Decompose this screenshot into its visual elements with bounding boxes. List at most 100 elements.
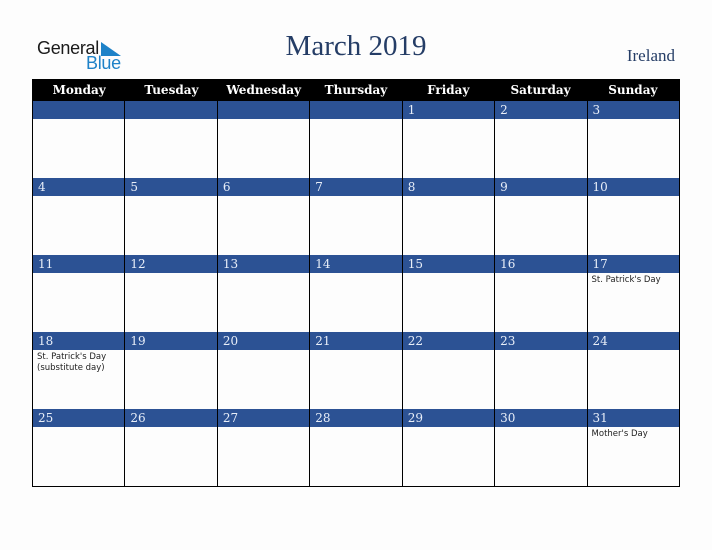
- week-row: 4 5 6 7 8 9 10: [33, 178, 679, 255]
- day-number: 1: [402, 101, 495, 119]
- day-body: [218, 273, 309, 332]
- day-cell: 14: [310, 255, 403, 332]
- day-body: [218, 427, 309, 486]
- day-body: St. Patrick's Day: [588, 273, 679, 332]
- day-number: 21: [310, 332, 402, 350]
- day-body: [218, 119, 309, 178]
- day-cell: 7: [310, 178, 403, 255]
- day-body: [495, 119, 586, 178]
- day-body: [403, 196, 494, 255]
- day-body: [403, 119, 494, 178]
- day-body: [310, 273, 401, 332]
- day-cell: 21: [310, 332, 403, 409]
- day-cell: [310, 101, 403, 178]
- day-number: 5: [125, 178, 217, 196]
- day-number: 12: [125, 255, 217, 273]
- day-body: [125, 427, 216, 486]
- day-body: Mother's Day: [588, 427, 679, 486]
- day-body: [33, 196, 124, 255]
- day-body: [125, 119, 216, 178]
- holiday-event: Mother's Day: [591, 429, 648, 439]
- weekday-thursday: Thursday: [324, 83, 388, 97]
- day-cell: 2: [495, 101, 588, 178]
- day-body: [588, 196, 679, 255]
- day-body: [495, 196, 586, 255]
- day-number: 30: [495, 409, 587, 427]
- day-number: 28: [310, 409, 402, 427]
- holiday-event: St. Patrick's Day (substitute day): [37, 352, 107, 373]
- day-number: 10: [587, 178, 679, 196]
- day-cell: 18 St. Patrick's Day (substitute day): [33, 332, 126, 409]
- day-number: 31: [587, 409, 679, 427]
- day-body: [218, 196, 309, 255]
- day-number: 24: [587, 332, 679, 350]
- day-number: 16: [495, 255, 587, 273]
- day-cell: 26: [125, 409, 218, 486]
- week-row: 11 12 13 14 15 16 17 St. Patrick's Day: [33, 255, 679, 332]
- day-cell: 17 St. Patrick's Day: [587, 255, 679, 332]
- day-body: [310, 119, 401, 178]
- day-body: [218, 350, 309, 409]
- day-cell: 13: [217, 255, 311, 332]
- day-body: [403, 350, 494, 409]
- day-number: 29: [402, 409, 495, 427]
- day-body: [403, 273, 494, 332]
- day-cell: 28: [310, 409, 403, 486]
- day-number: [310, 101, 402, 119]
- day-number: 22: [402, 332, 495, 350]
- day-body: [310, 350, 401, 409]
- day-body: St. Patrick's Day (substitute day): [33, 350, 124, 409]
- day-cell: [217, 101, 311, 178]
- weekday-friday: Friday: [427, 83, 470, 97]
- day-number: [33, 101, 125, 119]
- day-number: [125, 101, 217, 119]
- day-cell: [33, 101, 126, 178]
- day-cell: 22: [402, 332, 496, 409]
- day-body: [125, 196, 216, 255]
- day-cell: 29: [402, 409, 496, 486]
- day-cell: 30: [495, 409, 588, 486]
- day-cell: 4: [33, 178, 126, 255]
- day-number: 13: [217, 255, 310, 273]
- day-cell: [125, 101, 218, 178]
- weekday-tuesday: Tuesday: [144, 83, 199, 97]
- day-body: [125, 273, 216, 332]
- day-cell: 3: [587, 101, 679, 178]
- day-cell: 27: [217, 409, 311, 486]
- day-number: 6: [217, 178, 310, 196]
- day-body: [588, 350, 679, 409]
- day-number: 20: [217, 332, 310, 350]
- week-row: 18 St. Patrick's Day (substitute day) 19 20…: [33, 332, 679, 409]
- week-row: 25 26 27 28 29 30 31 Mother's Day: [33, 409, 679, 486]
- day-number: 9: [495, 178, 587, 196]
- day-number: 23: [495, 332, 587, 350]
- day-cell: 15: [402, 255, 496, 332]
- day-number: [217, 101, 310, 119]
- day-body: [33, 119, 124, 178]
- day-body: [588, 119, 679, 178]
- day-body: [495, 427, 586, 486]
- day-body: [310, 427, 401, 486]
- day-cell: 12: [125, 255, 218, 332]
- day-cell: 24: [587, 332, 679, 409]
- day-number: 4: [33, 178, 125, 196]
- day-number: 19: [125, 332, 217, 350]
- day-number: 18: [33, 332, 125, 350]
- day-cell: 9: [495, 178, 588, 255]
- day-body: [33, 427, 124, 486]
- day-number: 25: [33, 409, 125, 427]
- day-cell: 31 Mother's Day: [587, 409, 679, 486]
- day-cell: 8: [402, 178, 496, 255]
- day-cell: 5: [125, 178, 218, 255]
- day-number: 17: [587, 255, 679, 273]
- day-cell: 6: [217, 178, 311, 255]
- day-body: [125, 350, 216, 409]
- weekday-sunday: Sunday: [608, 83, 658, 97]
- day-cell: 16: [495, 255, 588, 332]
- day-cell: 1: [402, 101, 496, 178]
- day-body: [495, 350, 586, 409]
- weeks-container: 1 2 3 4 5 6 7 8 9 10 11 12 13 14 15 16 17 St. Patrick's D…: [33, 101, 679, 486]
- weekday-wednesday: Wednesday: [226, 83, 302, 97]
- weekday-saturday: Saturday: [510, 83, 571, 97]
- weekday-header-row: Monday Tuesday Wednesday Thursday Friday…: [33, 79, 679, 101]
